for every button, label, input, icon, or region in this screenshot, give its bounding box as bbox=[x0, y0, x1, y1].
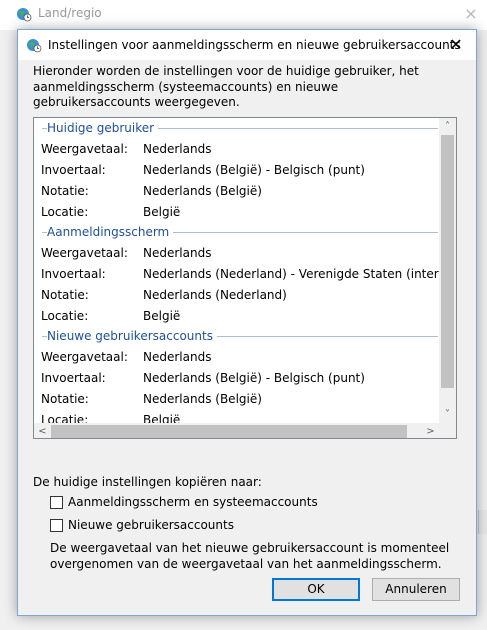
vertical-scrollbar[interactable]: ˄ ˅ bbox=[439, 118, 456, 423]
checkbox-label[interactable]: Nieuwe gebruikersaccounts bbox=[68, 518, 234, 532]
row-value: Nederlands bbox=[143, 350, 212, 364]
scrollbar-corner bbox=[439, 423, 456, 438]
checkbox-label[interactable]: Aanmeldingsscherm en systeemaccounts bbox=[68, 495, 318, 509]
globe-clock-icon bbox=[27, 39, 42, 53]
group-header-current-user: Huidige gebruiker bbox=[47, 121, 159, 135]
intro-text: Hieronder worden de instellingen voor de… bbox=[33, 64, 419, 109]
horizontal-scroll-thumb[interactable] bbox=[51, 425, 407, 438]
row-label: Weergavetaal: bbox=[41, 350, 128, 364]
row-label: Weergavetaal: bbox=[41, 142, 128, 156]
settings-listbox[interactable]: Huidige gebruiker Weergavetaal: Nederlan… bbox=[33, 117, 457, 439]
row-value: Nederlands (België) bbox=[143, 184, 262, 198]
chevron-up-icon[interactable]: ˄ bbox=[439, 118, 456, 135]
checkbox-new-accounts[interactable]: Nieuwe gebruikersaccounts bbox=[50, 517, 234, 533]
row-label: Locatie: bbox=[41, 309, 89, 323]
parent-window-title: Land/regio bbox=[38, 6, 102, 20]
vertical-scroll-thumb[interactable] bbox=[441, 135, 454, 388]
row-value: België bbox=[143, 205, 181, 219]
dialog-title: Instellingen voor aanmeldingsscherm en n… bbox=[48, 38, 461, 52]
dialog-titlebar: Instellingen voor aanmeldingsscherm en n… bbox=[18, 30, 476, 60]
row-label: Weergavetaal: bbox=[41, 246, 128, 260]
row-value: Nederlands bbox=[143, 142, 212, 156]
row-value: Nederlands bbox=[143, 246, 212, 260]
row-label: Locatie: bbox=[41, 413, 89, 423]
row-label: Notatie: bbox=[41, 392, 89, 406]
copy-settings-label: De huidige instellingen kopiëren naar: bbox=[33, 475, 262, 489]
dialog-close-button[interactable]: ✕ bbox=[436, 30, 476, 60]
row-label: Invoertaal: bbox=[41, 371, 106, 385]
row-value: Nederlands (Nederland) - Verenigde State… bbox=[143, 267, 440, 281]
row-label: Notatie: bbox=[41, 184, 89, 198]
settings-list-content: Huidige gebruiker Weergavetaal: Nederlan… bbox=[34, 118, 440, 423]
row-value: Nederlands (Nederland) bbox=[143, 288, 287, 302]
row-label: Locatie: bbox=[41, 205, 89, 219]
cancel-button[interactable]: Annuleren bbox=[372, 578, 460, 601]
chevron-right-icon[interactable]: > bbox=[422, 423, 439, 438]
group-header-new-accounts: Nieuwe gebruikersaccounts bbox=[47, 329, 217, 343]
row-value: Nederlands (België) bbox=[143, 392, 262, 406]
ok-button[interactable]: OK bbox=[272, 578, 360, 601]
checkbox-box[interactable] bbox=[50, 495, 63, 509]
row-label: Invoertaal: bbox=[41, 267, 106, 281]
group-header-login-screen: Aanmeldingsscherm bbox=[47, 225, 174, 239]
chevron-left-icon[interactable]: < bbox=[34, 423, 51, 438]
row-value: België bbox=[143, 413, 181, 423]
checkbox-login-screen[interactable]: Aanmeldingsscherm en systeemaccounts bbox=[50, 494, 318, 510]
row-label: Notatie: bbox=[41, 288, 89, 302]
row-value: Nederlands (België) - Belgisch (punt) bbox=[143, 163, 365, 177]
row-value: België bbox=[143, 309, 181, 323]
horizontal-scrollbar[interactable]: < > bbox=[34, 423, 439, 438]
settings-dialog: Instellingen voor aanmeldingsscherm en n… bbox=[17, 29, 477, 616]
row-value: Nederlands (België) - Belgisch (punt) bbox=[143, 371, 365, 385]
parent-close-button[interactable]: × bbox=[459, 2, 483, 26]
row-label: Invoertaal: bbox=[41, 163, 106, 177]
parent-window-titlebar: Land/regio × bbox=[0, 0, 487, 30]
checkbox-box[interactable] bbox=[50, 518, 63, 532]
parent-window-button-edge bbox=[478, 510, 487, 534]
globe-clock-icon bbox=[17, 8, 32, 22]
display-language-note: De weergavetaal van het nieuwe gebruiker… bbox=[50, 541, 450, 571]
chevron-down-icon[interactable]: ˅ bbox=[439, 406, 456, 423]
